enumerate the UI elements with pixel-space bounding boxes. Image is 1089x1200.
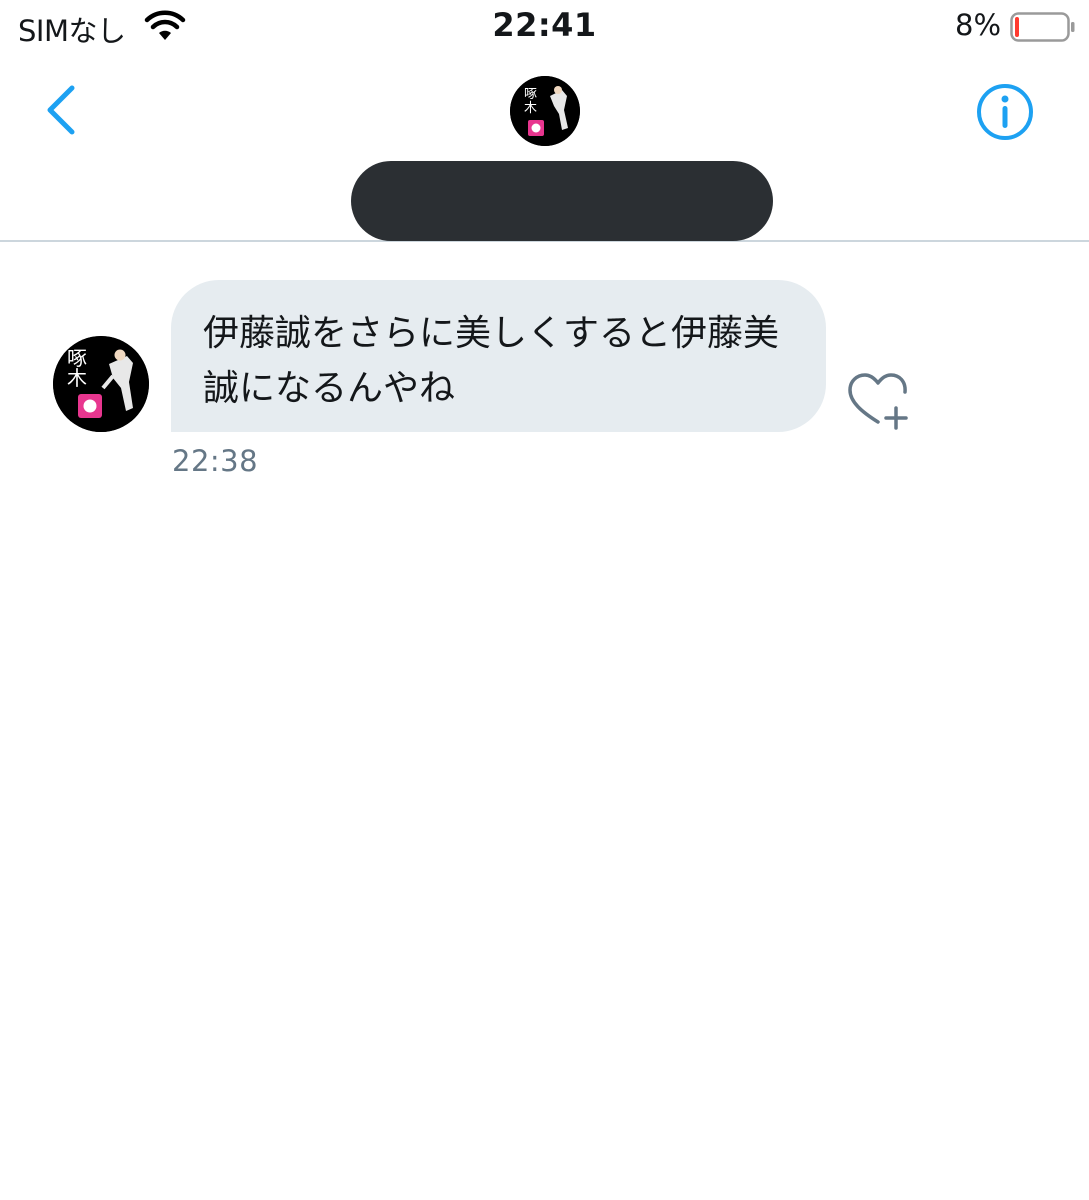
battery-icon (1010, 12, 1075, 42)
heart-add-icon (848, 373, 908, 430)
info-circle-icon (977, 84, 1033, 140)
sender-avatar[interactable]: 啄木 (53, 336, 149, 432)
message-bubble[interactable]: 伊藤誠をさらに美しくすると伊藤美誠になるんやね (171, 280, 826, 432)
info-button[interactable] (975, 82, 1035, 142)
chevron-left-icon (47, 85, 75, 135)
message-timestamp: 22:38 (172, 444, 259, 478)
redacted-username (351, 161, 773, 241)
avatar-image (510, 76, 580, 146)
message-text: 伊藤誠をさらに美しくすると伊藤美誠になるんやね (203, 313, 780, 409)
back-button[interactable] (36, 80, 88, 140)
status-time: 22:41 (492, 6, 597, 44)
status-bar: SIMなし 22:41 8% (0, 0, 1089, 56)
dm-conversation-screen: SIMなし 22:41 8% 啄木 啄木 伊藤誠をさらに美しくすると伊藤美誠にな… (0, 0, 1089, 1200)
conversation-header: 啄木 (0, 56, 1089, 242)
avatar-text: 啄木 (524, 87, 538, 116)
like-message-button[interactable] (846, 372, 910, 430)
conversation-avatar[interactable]: 啄木 (510, 76, 580, 146)
battery-percent: 8% (955, 8, 1002, 42)
avatar-text: 啄木 (67, 346, 87, 390)
